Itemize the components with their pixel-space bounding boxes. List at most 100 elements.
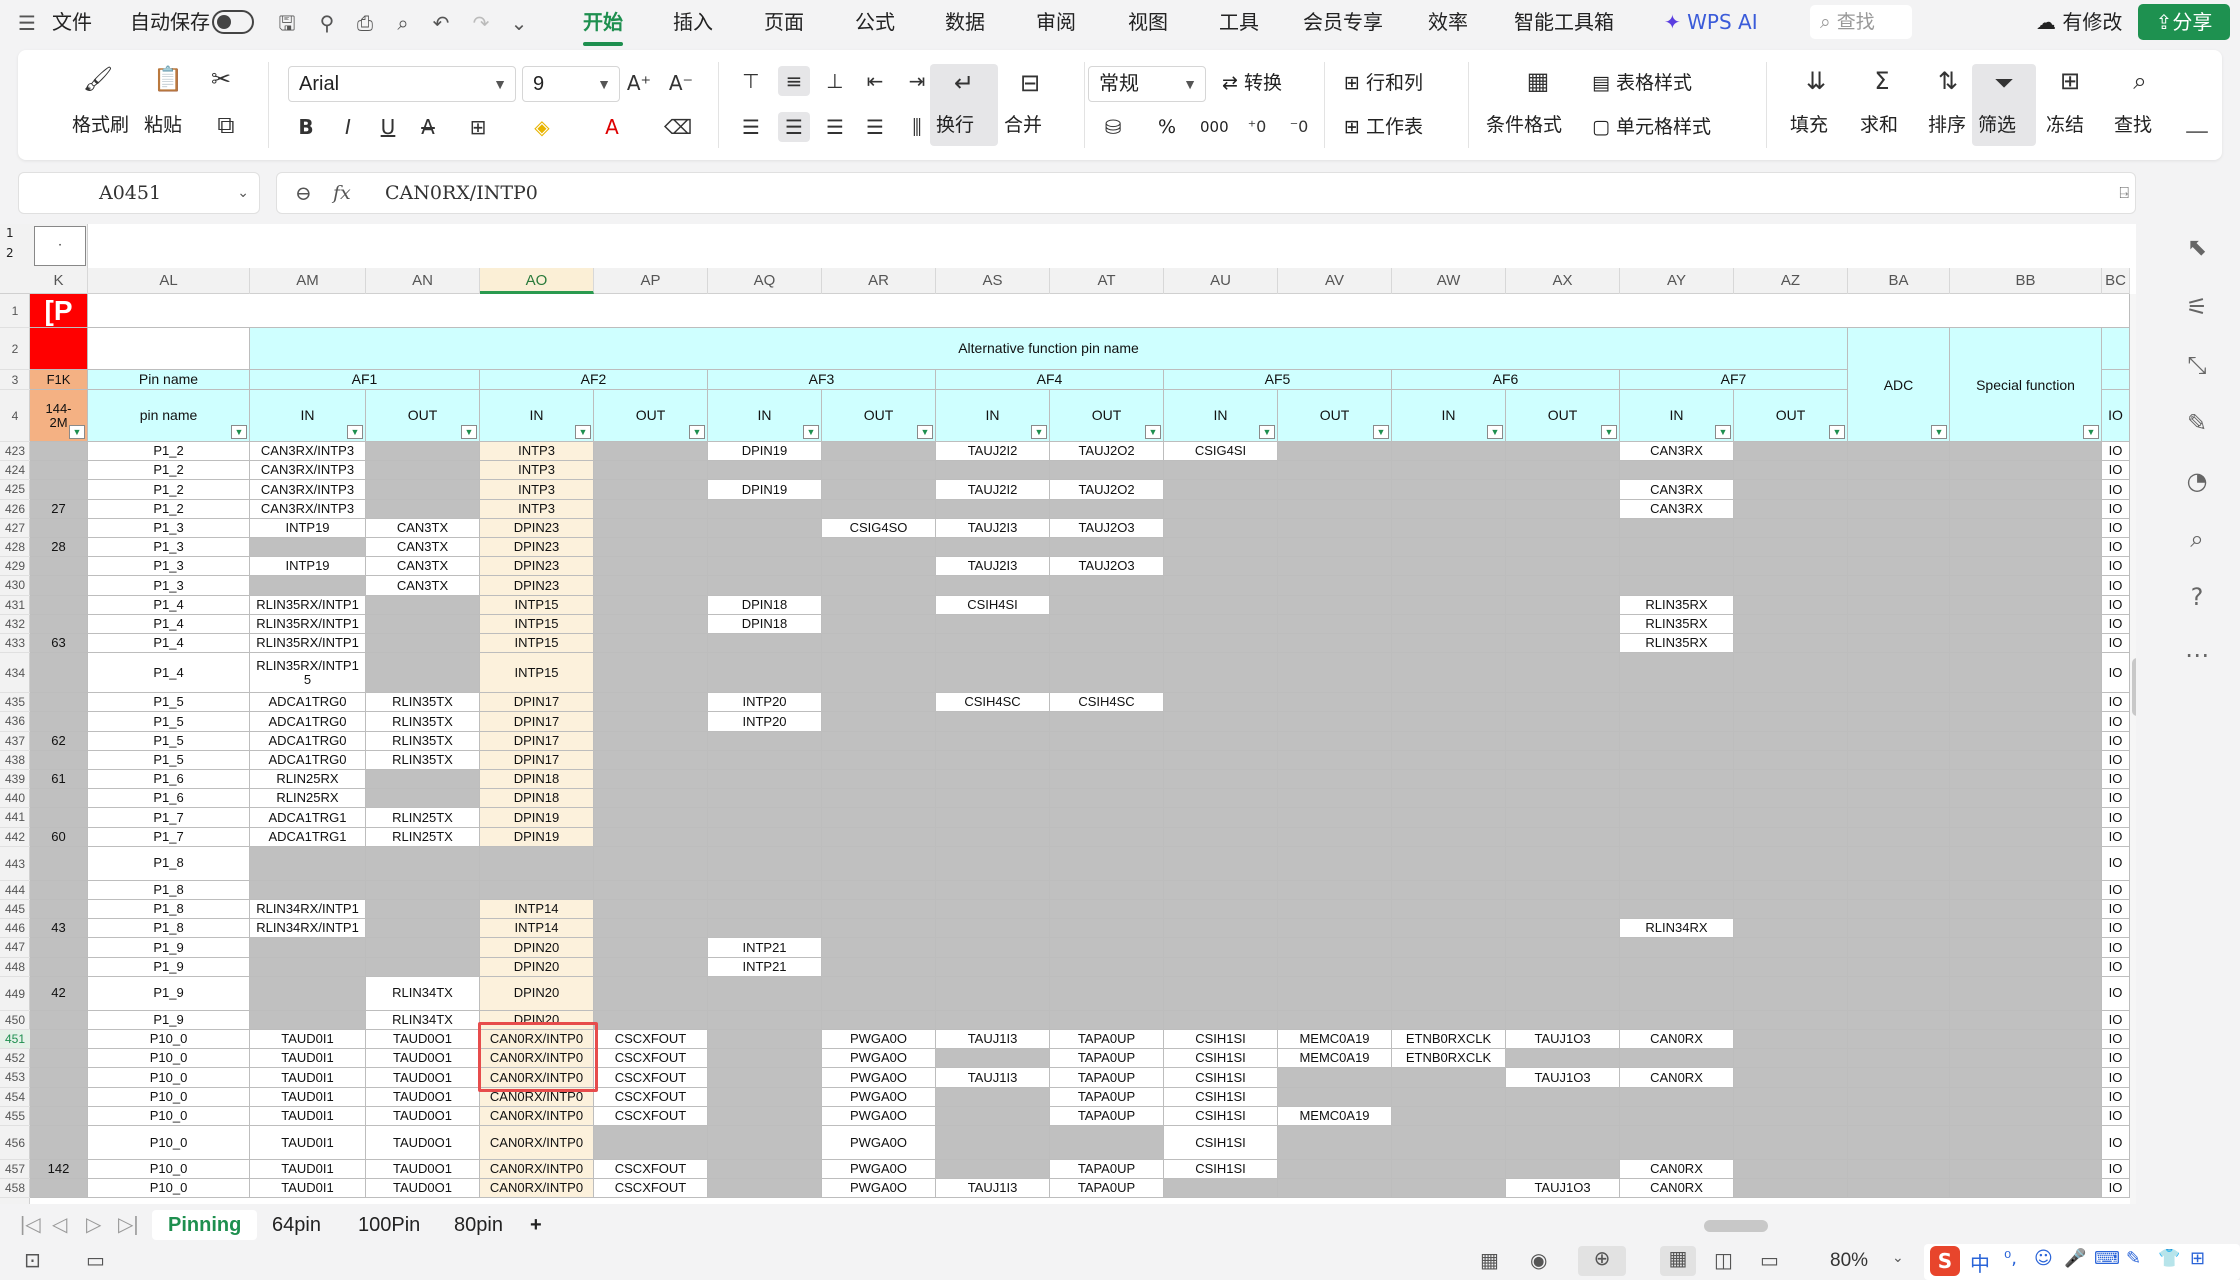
cell-k[interactable] — [30, 1106, 88, 1126]
cell-af[interactable] — [936, 653, 1050, 694]
font-family-select[interactable]: Arial ▼ — [288, 66, 516, 102]
format-painter-button[interactable]: 格式刷 — [72, 112, 129, 138]
cell-special[interactable] — [1950, 1160, 2102, 1180]
cell-af[interactable] — [708, 1030, 822, 1050]
direction-header[interactable]: IN ▼ — [708, 390, 822, 442]
cell-af[interactable] — [1734, 957, 1848, 977]
cell-af[interactable]: RLIN35TX — [366, 712, 480, 732]
cell-af[interactable]: TAPA0UP — [1050, 1087, 1164, 1107]
cell-af[interactable]: TAUJ2O2 — [1050, 480, 1164, 500]
tab-sheet-pinning[interactable]: Pinning — [152, 1210, 258, 1240]
merge-button[interactable]: 合并 — [1004, 112, 1042, 138]
cell-af[interactable]: ETNB0RXCLK — [1392, 1049, 1506, 1069]
cell-af[interactable] — [1164, 538, 1278, 558]
cell-af[interactable] — [1392, 557, 1506, 577]
align-top-icon[interactable]: ⊤ — [736, 66, 766, 96]
h-scroll-thumb[interactable] — [1704, 1220, 1768, 1232]
cell-af[interactable] — [1734, 634, 1848, 654]
cell-af[interactable]: MEMC0A19 — [1278, 1106, 1392, 1126]
shirt-icon[interactable]: 👕 — [2158, 1248, 2180, 1269]
cell-af[interactable] — [594, 712, 708, 732]
cell-af[interactable] — [1734, 1010, 1848, 1030]
focus-mode-icon[interactable]: ⊕ — [1578, 1246, 1626, 1276]
cell-adc[interactable] — [1848, 1106, 1950, 1126]
cell-af[interactable] — [1392, 634, 1506, 654]
tab-data[interactable]: 数据 — [945, 8, 985, 36]
cell-af[interactable] — [1050, 827, 1164, 847]
cell-af[interactable] — [250, 846, 366, 881]
cell-special[interactable] — [1950, 518, 2102, 538]
table-icon[interactable]: ▦ — [1480, 1248, 1499, 1272]
cell-special[interactable] — [1950, 1068, 2102, 1088]
cell-af[interactable] — [1050, 976, 1164, 1011]
cell-af[interactable] — [1392, 653, 1506, 694]
cell-af[interactable] — [1734, 827, 1848, 847]
cell-style-button[interactable]: ▢ 单元格样式 — [1592, 114, 1711, 140]
cell-af[interactable] — [1506, 770, 1620, 790]
cell-af[interactable]: TAUD0I1 — [250, 1087, 366, 1107]
cell-af[interactable] — [708, 538, 822, 558]
cell-pin-name[interactable]: P1_9 — [88, 976, 250, 1011]
cell-af[interactable] — [1278, 770, 1392, 790]
freeze-button[interactable]: 冻结 — [2046, 112, 2084, 138]
cell-af[interactable] — [1734, 731, 1848, 751]
cell-af[interactable] — [1392, 538, 1506, 558]
row-col-button[interactable]: ⊞ 行和列 — [1344, 70, 1423, 96]
cell-af[interactable] — [1050, 712, 1164, 732]
cell-af[interactable]: TAUJ2I3 — [936, 518, 1050, 538]
cell-special[interactable] — [1950, 827, 2102, 847]
cell-af[interactable] — [822, 712, 936, 732]
cell-af[interactable] — [1620, 1010, 1734, 1030]
cell-af[interactable] — [1278, 750, 1392, 770]
cell-af[interactable] — [1050, 499, 1164, 519]
cell-af[interactable] — [1278, 1010, 1392, 1030]
cell-af[interactable] — [936, 1087, 1050, 1107]
spreadsheet-grid[interactable]: 1 2 · K AL AM AN AO AP AQ AR AS AT AU AV AW AX AY AZ BA B… — [0, 224, 2136, 1204]
settings-sliders-icon[interactable]: ⚟ — [2180, 290, 2214, 324]
cell-af[interactable]: TAPA0UP — [1050, 1068, 1164, 1088]
cell-af[interactable]: CSIH4SI — [936, 595, 1050, 615]
cell-af[interactable]: MEMC0A19 — [1278, 1030, 1392, 1050]
cell-af[interactable] — [822, 576, 936, 596]
cell-af[interactable] — [1620, 938, 1734, 958]
cell-adc[interactable] — [1848, 653, 1950, 694]
cell-af[interactable] — [1506, 442, 1620, 462]
cell-af[interactable] — [1278, 1179, 1392, 1199]
sheet-view-icon[interactable]: ▭ — [86, 1248, 105, 1272]
cell-af[interactable] — [1278, 634, 1392, 654]
find-button[interactable]: 查找 — [2114, 112, 2152, 138]
distribute-icon[interactable]: ⫼ — [902, 112, 932, 142]
filter-dropdown-icon[interactable]: ▼ — [347, 425, 363, 439]
cell-special[interactable] — [1950, 1126, 2102, 1160]
tab-smart-tools[interactable]: 智能工具箱 — [1514, 8, 1614, 36]
cell-af[interactable] — [1734, 538, 1848, 558]
cell-af[interactable]: CAN0RX/INTP0 — [480, 1179, 594, 1199]
print-icon[interactable]: ⎙ — [352, 10, 378, 36]
cell-af[interactable]: INTP21 — [708, 957, 822, 977]
cell-af[interactable] — [1392, 1179, 1506, 1199]
cell-af[interactable] — [936, 712, 1050, 732]
cell-af[interactable] — [1164, 827, 1278, 847]
direction-header[interactable]: OUT ▼ — [1050, 390, 1164, 442]
undo-icon[interactable]: ↶ — [428, 10, 454, 36]
af-header-7[interactable]: AF7 — [1620, 370, 1848, 390]
cell-pin-name[interactable]: P10_0 — [88, 1179, 250, 1199]
cell-af[interactable] — [1620, 1049, 1734, 1069]
cell-af[interactable] — [594, 880, 708, 900]
direction-header[interactable]: OUT ▼ — [366, 390, 480, 442]
cell-af[interactable] — [1506, 731, 1620, 751]
cell-af[interactable]: RLIN34TX — [366, 1010, 480, 1030]
cell-af[interactable] — [1734, 576, 1848, 596]
cell-special[interactable] — [1950, 900, 2102, 920]
cell-af[interactable] — [708, 900, 822, 920]
indent-increase-icon[interactable]: ⇥ — [902, 66, 932, 96]
cell-af[interactable] — [1164, 480, 1278, 500]
cell-af[interactable] — [1620, 693, 1734, 713]
cell-af[interactable] — [594, 731, 708, 751]
cell-af[interactable] — [822, 461, 936, 481]
transform-icon[interactable]: ⤡ — [2180, 348, 2214, 382]
direction-header[interactable]: IN ▼ — [250, 390, 366, 442]
cell-af[interactable] — [1164, 919, 1278, 939]
cell-af[interactable] — [594, 938, 708, 958]
cell-af[interactable]: DPIN19 — [480, 808, 594, 828]
